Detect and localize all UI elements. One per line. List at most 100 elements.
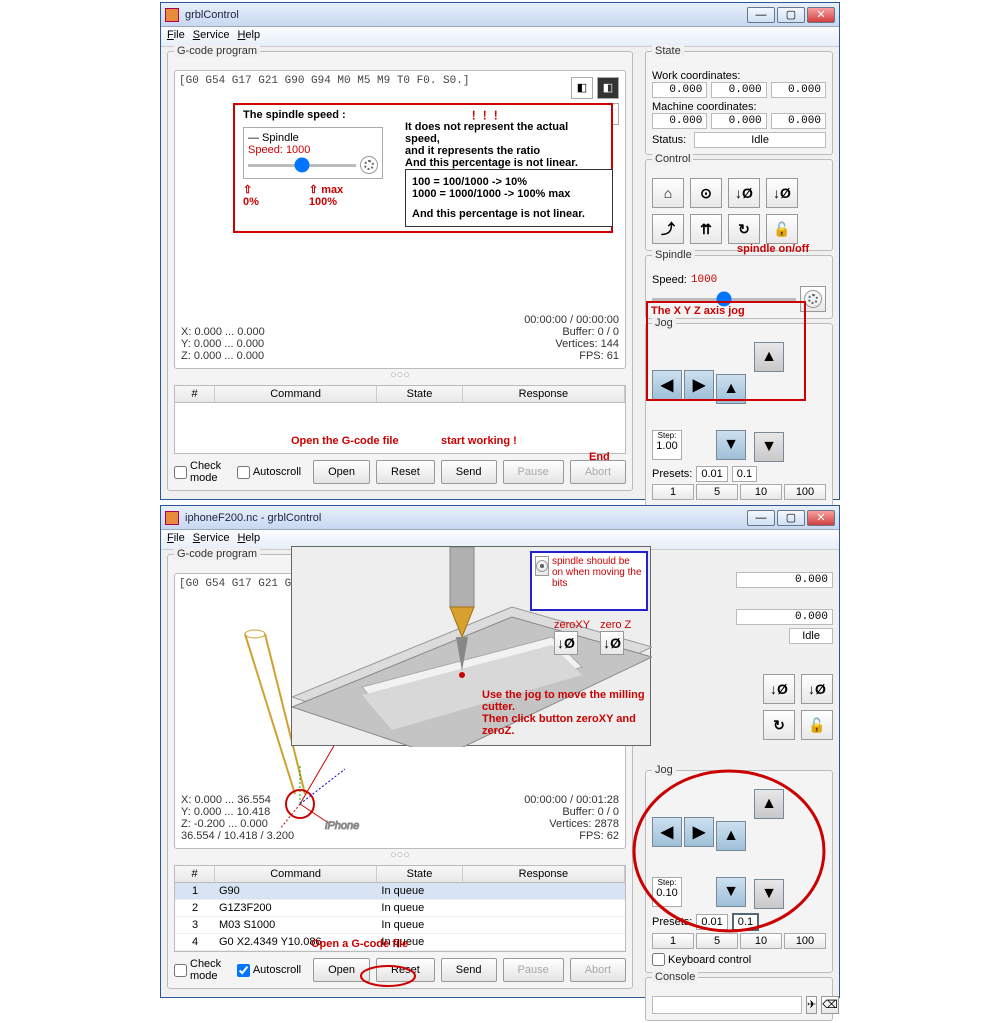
jog-x-minus[interactable]: ◀ (652, 817, 682, 847)
minimize-button[interactable]: — (747, 7, 775, 23)
preset-100[interactable]: 100 (784, 484, 826, 500)
gcode-table: # Command State Response (174, 385, 626, 454)
mach-x: 0.000 (652, 113, 707, 129)
reset-button[interactable]: Reset (376, 958, 435, 982)
console-input[interactable] (652, 996, 802, 1014)
jog-x-plus[interactable]: ▶ (684, 817, 714, 847)
zero-xy-icon: ↓Ø (554, 631, 578, 655)
menu-help[interactable]: Help (237, 29, 260, 44)
maximize-button[interactable]: ▢ (777, 7, 805, 23)
table-row[interactable]: 3M03 S1000In queue (175, 917, 625, 934)
unlock-button[interactable]: 🔓 (801, 710, 833, 740)
preset-val-1[interactable]: 0.01 (696, 466, 727, 482)
pause-button[interactable]: Pause (503, 958, 564, 982)
console-send-button[interactable]: ✈ (806, 996, 817, 1014)
jog-x-minus[interactable]: ◀ (652, 370, 682, 400)
safe-z-button[interactable]: ⇈ (690, 214, 722, 244)
iso-view-button[interactable]: ◧ (571, 77, 593, 99)
svg-text:iPhone: iPhone (325, 820, 359, 832)
jog-z-minus[interactable]: ▼ (754, 879, 784, 909)
return-button[interactable]: ⤴ (652, 214, 684, 244)
menu-file[interactable]: File (167, 532, 185, 547)
preset-10[interactable]: 10 (740, 484, 782, 500)
gcode-table: # Command State Response 1G90In queue2G1… (174, 865, 626, 952)
maximize-button[interactable]: ▢ (777, 510, 805, 526)
preset-1[interactable]: 1 (652, 933, 694, 949)
preset-5[interactable]: 5 (696, 933, 738, 949)
preset-10[interactable]: 10 (740, 933, 782, 949)
mach-z: 0.000 (771, 113, 826, 129)
reset-control-button[interactable]: ↻ (763, 710, 795, 740)
zero-z-icon: ↓Ø (600, 631, 624, 655)
titlebar: iphoneF200.nc - grblControl — ▢ ✕ (161, 506, 839, 530)
abort-button[interactable]: Abort (570, 460, 626, 484)
window-grblcontrol-2: iphoneF200.nc - grblControl — ▢ ✕ File S… (160, 505, 840, 998)
close-button[interactable]: ✕ (807, 7, 835, 23)
table-row[interactable]: 4G0 X2.4349 Y10.086In queue (175, 934, 625, 951)
menu-help[interactable]: Help (237, 532, 260, 547)
minimize-button[interactable]: — (747, 510, 775, 526)
zero-xy-button[interactable]: ↓Ø (763, 674, 795, 704)
window-grblcontrol-1: grblControl — ▢ ✕ File Service Help G-co… (160, 2, 840, 500)
abort-button[interactable]: Abort (570, 958, 626, 982)
menu-file[interactable]: File (167, 29, 185, 44)
console-clear-button[interactable]: ⌫ (821, 996, 839, 1014)
check-mode[interactable]: Check mode (174, 460, 231, 484)
iso-view-alt-button[interactable]: ◧ (597, 77, 619, 99)
open-button[interactable]: Open (313, 958, 370, 982)
magnify-panel: spindle should be on when moving the bit… (291, 546, 651, 746)
preset-1[interactable]: 1 (652, 484, 694, 500)
home-button[interactable]: ⌂ (652, 178, 684, 208)
spindle-speed: 1000 (691, 274, 717, 286)
status-value: Idle (694, 132, 826, 148)
unlock-button[interactable]: 🔓 (766, 214, 798, 244)
jog-step[interactable]: Step:1.00 (652, 430, 682, 460)
jog-group: Jog ▲ ◀ Step:0.10 ▶ ▼ ▲ ▼ Presets: (645, 770, 833, 973)
iso-view-button-2[interactable]: ◧ (597, 103, 619, 125)
jog-y-minus[interactable]: ▼ (716, 430, 746, 460)
send-button[interactable]: Send (441, 958, 497, 982)
pause-button[interactable]: Pause (503, 460, 564, 484)
preset-val-1[interactable]: 0.01 (696, 914, 727, 930)
gear-icon (804, 290, 822, 308)
preset-val-2[interactable]: 0.1 (732, 466, 757, 482)
keyboard-control[interactable]: Keyboard control (652, 953, 826, 966)
reset-control-button[interactable]: ↻ (728, 214, 760, 244)
table-row[interactable]: 2G1Z3F200In queue (175, 900, 625, 917)
probe-button[interactable]: ⊙ (690, 178, 722, 208)
jog-step[interactable]: Step:0.10 (652, 877, 682, 907)
zero-z-button[interactable]: ↓Ø (766, 178, 798, 208)
control-group: Control ⌂ ⊙ ↓Ø ↓Ø ⤴ ⇈ ↻ 🔓 (645, 159, 833, 251)
check-mode[interactable]: Check mode (174, 958, 231, 982)
open-button[interactable]: Open (313, 460, 370, 484)
reset-button[interactable]: Reset (376, 460, 435, 484)
spindle-toggle-button[interactable] (800, 286, 826, 312)
close-button[interactable]: ✕ (807, 510, 835, 526)
status-value: Idle (789, 628, 833, 644)
jog-z-plus[interactable]: ▲ (754, 789, 784, 819)
gcode-program-group: G-code program [G0 G54 G17 G21 G90 G94 M… (167, 51, 633, 491)
jog-z-plus[interactable]: ▲ (754, 342, 784, 372)
table-row[interactable]: 1G90In queue (175, 883, 625, 900)
splitter[interactable]: ○○○ (174, 849, 626, 861)
splitter[interactable]: ○○○ (174, 369, 626, 381)
preset-val-2[interactable]: 0.1 (732, 913, 759, 931)
zero-xy-button[interactable]: ↓Ø (728, 178, 760, 208)
jog-y-minus[interactable]: ▼ (716, 877, 746, 907)
menu-service[interactable]: Service (193, 29, 230, 44)
gcode-header: [G0 G54 G17 G21 G90 G94 M0 M5 M9 T0 F0. … (179, 75, 621, 87)
autoscroll[interactable]: Autoscroll (237, 958, 301, 982)
jog-z-minus[interactable]: ▼ (754, 432, 784, 462)
mach-y: 0.000 (711, 113, 766, 129)
spindle-slider[interactable] (652, 298, 796, 301)
jog-group: Jog ▲ ◀ Step:1.00 ▶ ▼ ▲ ▼ Presets: (645, 323, 833, 507)
preset-5[interactable]: 5 (696, 484, 738, 500)
autoscroll[interactable]: Autoscroll (237, 460, 301, 484)
menu-service[interactable]: Service (193, 532, 230, 547)
zero-z-button[interactable]: ↓Ø (801, 674, 833, 704)
app-icon (165, 8, 179, 22)
work-z: 0.000 (771, 82, 826, 98)
send-button[interactable]: Send (441, 460, 497, 484)
preset-100[interactable]: 100 (784, 933, 826, 949)
jog-x-plus[interactable]: ▶ (684, 370, 714, 400)
